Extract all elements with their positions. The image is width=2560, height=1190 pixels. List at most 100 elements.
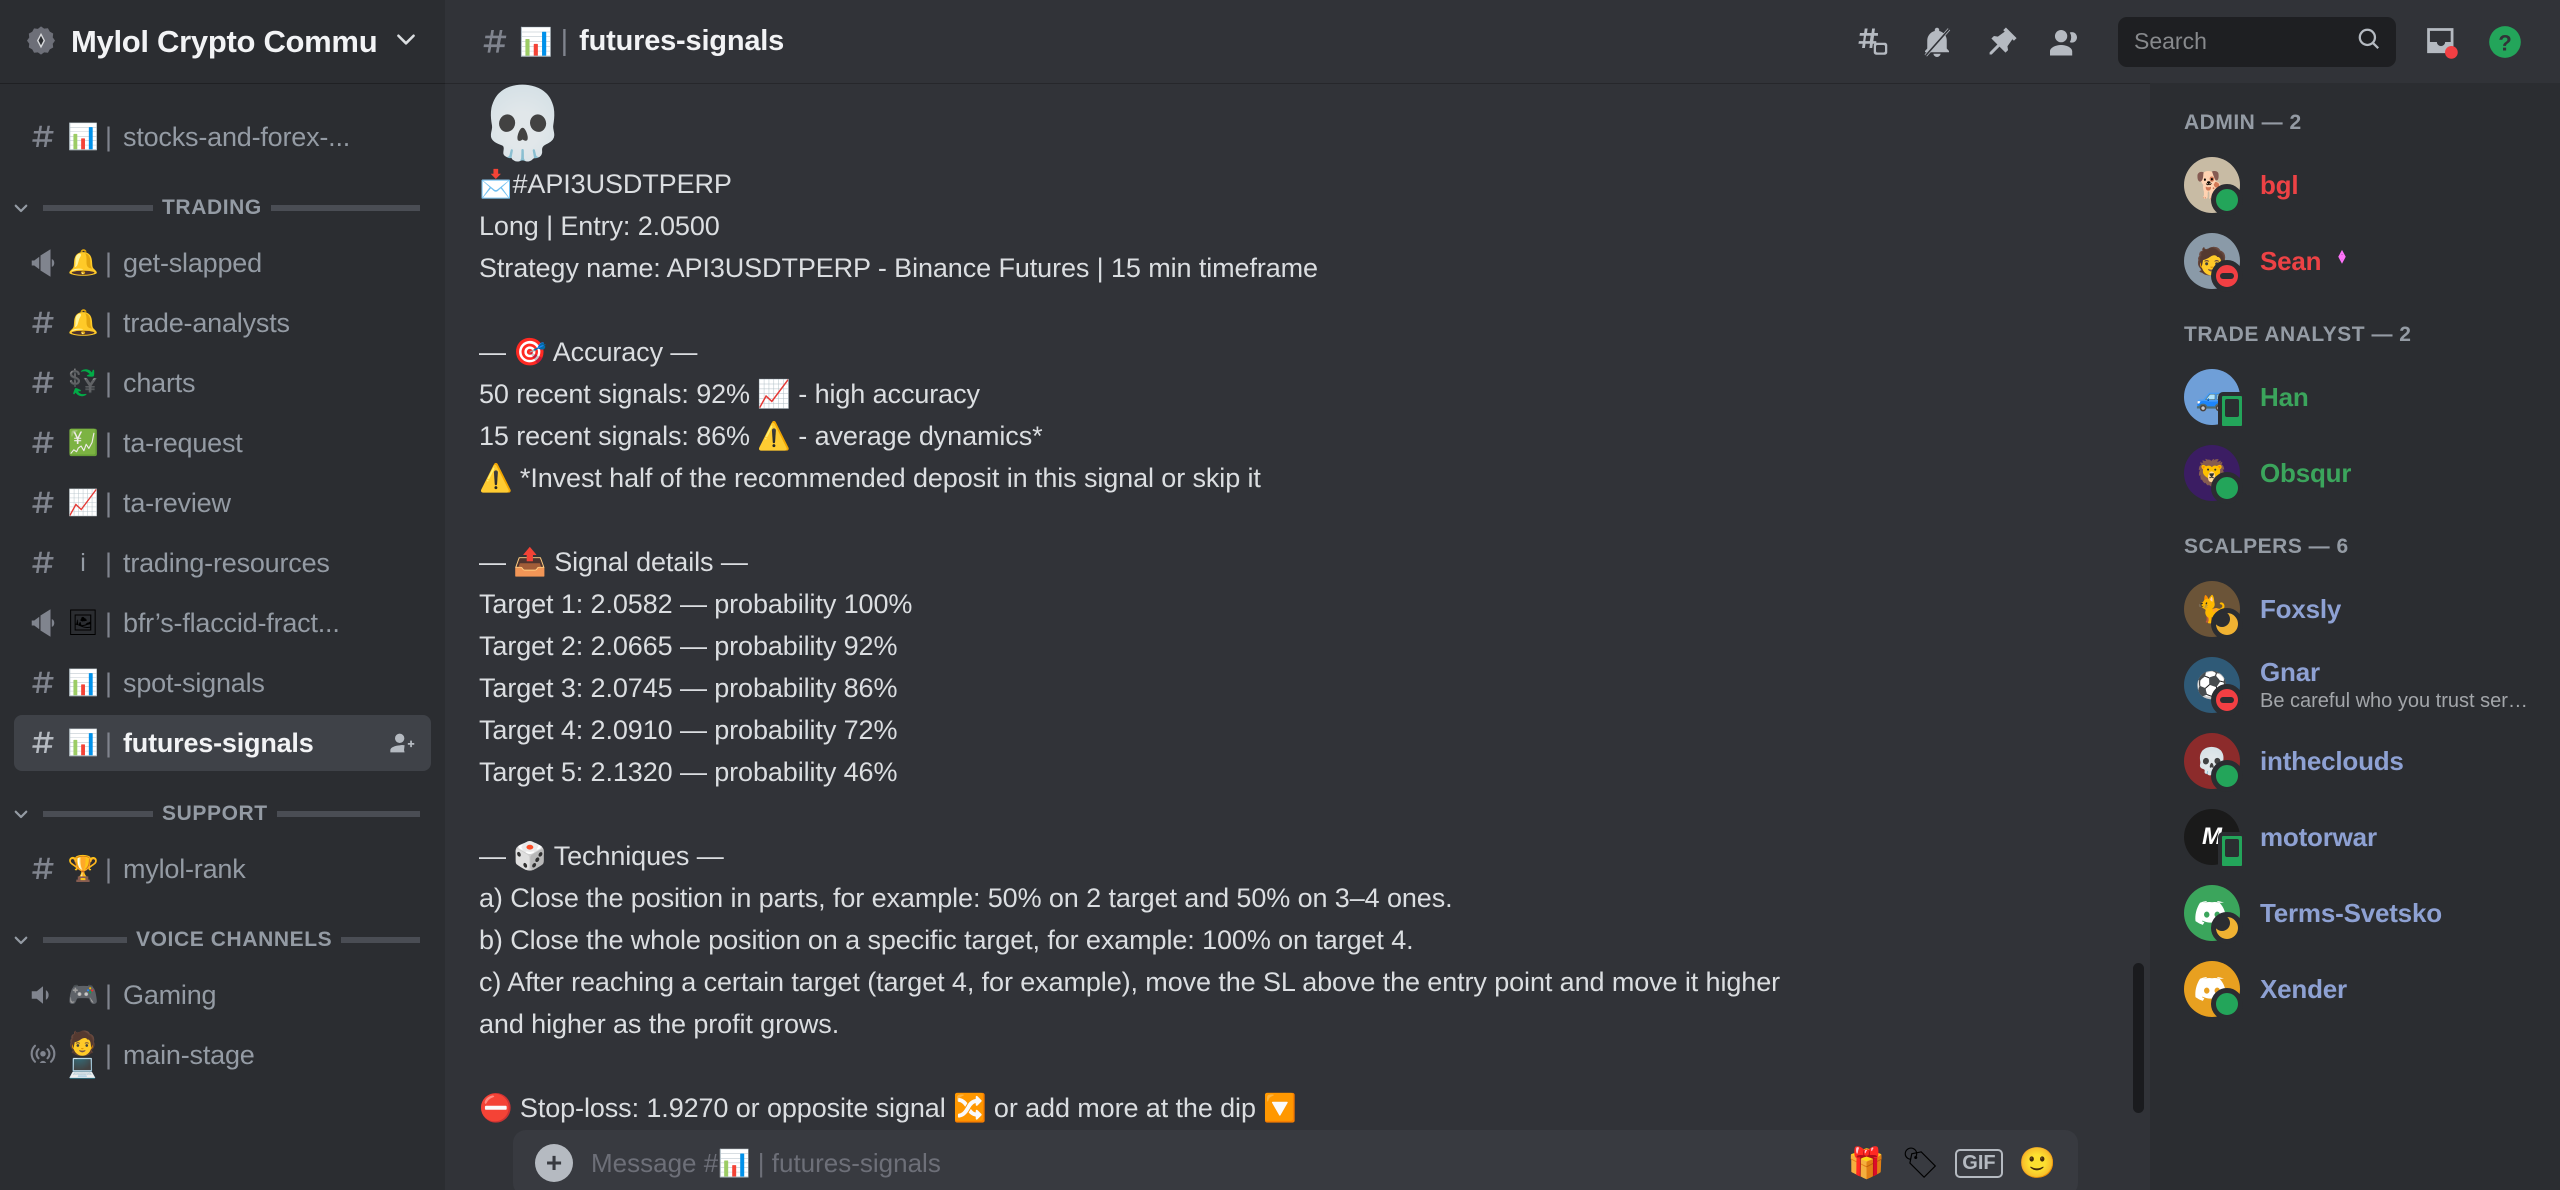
member-text: motorwar bbox=[2260, 822, 2377, 853]
member-text: Foxsly bbox=[2260, 594, 2341, 625]
message-line: — 🎲 Techniques — bbox=[479, 841, 724, 871]
message-scrollbar[interactable] bbox=[2133, 963, 2144, 1113]
help-icon[interactable]: ? bbox=[2476, 16, 2534, 68]
avatar: M bbox=[2184, 809, 2246, 870]
member-name: Sean bbox=[2260, 246, 2354, 277]
hash-icon bbox=[28, 728, 68, 758]
member-text: Sean bbox=[2260, 246, 2354, 277]
chevron-down-icon[interactable] bbox=[377, 26, 419, 57]
sticker-icon[interactable]: 🏷 bbox=[1901, 1146, 1939, 1181]
channel-emoji: 📊 bbox=[67, 122, 99, 151]
sidebar-channel-gaming[interactable]: 🎮 | Gaming bbox=[14, 967, 431, 1023]
member-list[interactable]: ADMIN — 2 🐕 bgl 🧑 Sean TRADE ANALYST — 2… bbox=[2150, 83, 2560, 1190]
threads-icon[interactable] bbox=[1844, 16, 1902, 68]
gift-icon[interactable]: 🎁 bbox=[1848, 1146, 1885, 1181]
member-text: intheclouds bbox=[2260, 746, 2404, 777]
member-name-text: bgl bbox=[2260, 169, 2299, 200]
hash-icon bbox=[28, 854, 68, 884]
status-badge-online bbox=[2211, 184, 2243, 216]
member-row[interactable]: M motorwar bbox=[2164, 801, 2546, 873]
member-name: Han bbox=[2260, 382, 2309, 413]
channel-name: ta-request bbox=[123, 427, 243, 458]
pin-icon[interactable] bbox=[1972, 16, 2030, 68]
channel-emoji: 📊 bbox=[519, 26, 553, 57]
sidebar-channel-stocks-and-forex[interactable]: 📊 | stocks-and-forex-... bbox=[14, 109, 431, 165]
sidebar-channel-main-stage[interactable]: 🧑💻 | main-stage bbox=[14, 1027, 431, 1083]
bell-muted-icon[interactable] bbox=[1908, 16, 1966, 68]
channel-separator: | bbox=[105, 247, 113, 278]
emoji-picker-icon[interactable]: 🙂 bbox=[2019, 1146, 2056, 1181]
message-line: b) Close the whole position on a specifi… bbox=[479, 925, 1414, 955]
search-input[interactable]: Search bbox=[2118, 16, 2396, 67]
gif-icon[interactable]: GIF bbox=[1955, 1148, 2003, 1178]
chevron-down-icon[interactable] bbox=[8, 931, 34, 949]
add-attachment-button[interactable]: + bbox=[535, 1144, 573, 1182]
server-header[interactable]: Mylol Crypto Commu... bbox=[0, 0, 445, 83]
member-row[interactable]: Terms-Svetsko bbox=[2164, 877, 2546, 949]
content-row: 💀 📩#API3USDTPERP Long | Entry: 2.0500 St… bbox=[445, 83, 2560, 1190]
channel-emoji: 🔔 bbox=[67, 248, 99, 277]
add-member-icon[interactable] bbox=[385, 726, 419, 760]
member-row[interactable]: 🦁 Obsqur bbox=[2164, 437, 2546, 509]
hash-icon bbox=[28, 428, 68, 458]
channel-name: trading-resources bbox=[123, 547, 330, 578]
avatar: 🚙 bbox=[2184, 369, 2246, 430]
member-row[interactable]: 🚙 Han bbox=[2164, 361, 2546, 433]
message-composer[interactable]: + Message #📊 | futures-signals 🎁 🏷 GIF 🙂 bbox=[513, 1130, 2078, 1190]
channel-separator: | bbox=[105, 727, 113, 758]
member-name-text: Obsqur bbox=[2260, 457, 2352, 488]
member-row[interactable]: 💀 intheclouds bbox=[2164, 725, 2546, 797]
message-input[interactable]: Message #📊 | futures-signals bbox=[573, 1148, 1848, 1179]
member-row[interactable]: 🐈 Foxsly bbox=[2164, 573, 2546, 645]
hash-icon bbox=[28, 548, 68, 578]
member-name-text: intheclouds bbox=[2260, 745, 2404, 776]
category-trading[interactable]: TRADING bbox=[8, 183, 429, 233]
sidebar-channel-ta-request[interactable]: 💹 | ta-request bbox=[14, 415, 431, 471]
sidebar-channel-charts[interactable]: 💱 | charts bbox=[14, 355, 431, 411]
channel-emoji: i bbox=[80, 548, 86, 577]
message-line: Long | Entry: 2.0500 bbox=[479, 211, 720, 241]
sidebar-channel-get-slapped[interactable]: 🔔 | get-slapped bbox=[14, 235, 431, 291]
member-name-text: Han bbox=[2260, 381, 2309, 412]
members-icon[interactable] bbox=[2036, 16, 2094, 68]
sidebar-channel-ta-review[interactable]: 📈 | ta-review bbox=[14, 475, 431, 531]
status-badge-mobile bbox=[2218, 392, 2246, 430]
sidebar-channel-mylol-rank[interactable]: 🏆 | mylol-rank bbox=[14, 841, 431, 897]
sidebar-channel-futures-signals[interactable]: 📊 | futures-signals bbox=[14, 715, 431, 771]
message-body: 💀 📩#API3USDTPERP Long | Entry: 2.0500 St… bbox=[445, 83, 2150, 1129]
channel-list[interactable]: 📊 | stocks-and-forex-... TRADING 🔔 | get… bbox=[0, 83, 445, 1190]
member-name: Gnar bbox=[2260, 657, 2534, 688]
chevron-down-icon[interactable] bbox=[8, 805, 34, 823]
member-text: bgl bbox=[2260, 170, 2298, 201]
main-area: 📊 | futures-signals Search ? 💀 📩#API3USD… bbox=[445, 0, 2560, 1190]
avatar bbox=[2184, 961, 2243, 1020]
channel-separator: | bbox=[105, 547, 113, 578]
inbox-icon[interactable] bbox=[2412, 16, 2470, 68]
chevron-down-icon[interactable] bbox=[8, 199, 34, 217]
member-row[interactable]: 🐕 bgl bbox=[2164, 149, 2546, 221]
member-name: Terms-Svetsko bbox=[2260, 898, 2442, 929]
channel-name: get-slapped bbox=[123, 247, 262, 278]
sidebar-channel-bfrs-flaccid-fract[interactable]: 🖼 | bfr’s-flaccid-fract... bbox=[14, 595, 431, 651]
message-line: Target 1: 2.0582 — probability 100% bbox=[479, 589, 913, 619]
category-support[interactable]: SUPPORT bbox=[8, 789, 429, 839]
member-name-text: Sean bbox=[2260, 245, 2322, 276]
message-line: Target 3: 2.0745 — probability 86% bbox=[479, 673, 898, 703]
status-badge-mobile bbox=[2218, 832, 2246, 870]
channel-separator: | bbox=[105, 121, 113, 152]
hash-icon bbox=[28, 368, 68, 398]
channel-name: bfr’s-flaccid-fract... bbox=[123, 607, 340, 638]
channel-separator: | bbox=[105, 307, 113, 338]
category-voice-channels[interactable]: VOICE CHANNELS bbox=[8, 915, 429, 965]
channel-separator: | bbox=[105, 367, 113, 398]
member-row[interactable]: ⚽ Gnar Be careful who you trust serg... bbox=[2164, 649, 2546, 721]
member-row[interactable]: 🧑 Sean bbox=[2164, 225, 2546, 297]
sidebar-channel-trade-analysts[interactable]: 🔔 | trade-analysts bbox=[14, 295, 431, 351]
category-divider-right bbox=[276, 811, 420, 817]
sidebar-channel-spot-signals[interactable]: 📊 | spot-signals bbox=[14, 655, 431, 711]
message-list[interactable]: 💀 📩#API3USDTPERP Long | Entry: 2.0500 St… bbox=[445, 83, 2150, 1190]
discord-app: Mylol Crypto Commu... 📊 | stocks-and-for… bbox=[0, 0, 2560, 1190]
member-row[interactable]: Xender bbox=[2164, 953, 2546, 1025]
sidebar-channel-trading-resources[interactable]: i | trading-resources bbox=[14, 535, 431, 591]
